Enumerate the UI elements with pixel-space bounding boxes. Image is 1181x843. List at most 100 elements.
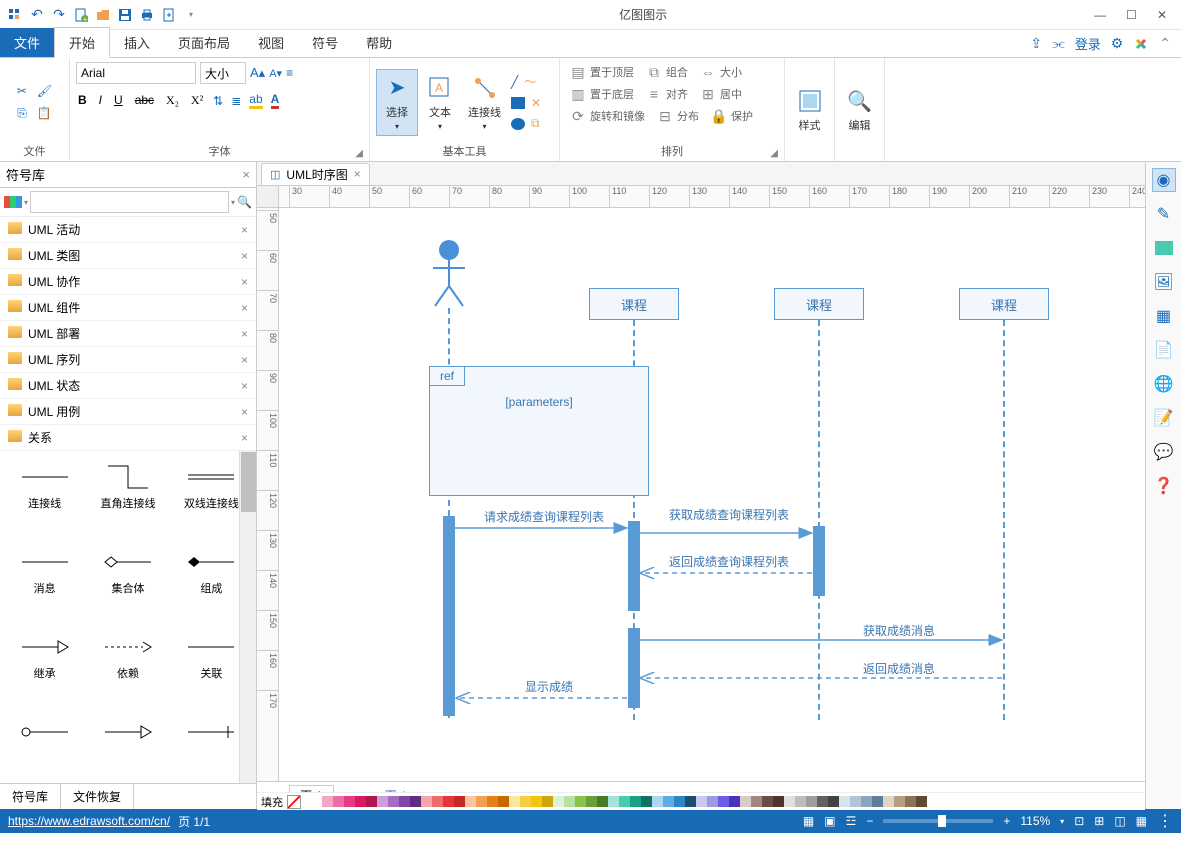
shape-message[interactable]: 消息 <box>4 544 85 625</box>
color-swatch[interactable] <box>762 796 773 807</box>
minimize-button[interactable]: — <box>1094 8 1106 22</box>
color-swatch[interactable] <box>575 796 586 807</box>
align-button[interactable]: ≡对齐 <box>642 84 692 104</box>
help-icon[interactable]: ❓ <box>1152 474 1176 498</box>
color-swatch[interactable] <box>366 796 377 807</box>
library-close-icon[interactable]: × <box>241 379 248 393</box>
format-painter-icon[interactable]: 🖌 <box>37 84 52 98</box>
increase-font-icon[interactable]: A▴ <box>250 65 265 81</box>
color-swatch[interactable] <box>652 796 663 807</box>
sb-menu-icon[interactable]: ⋮ <box>1157 811 1173 831</box>
cut-icon[interactable]: ✂ <box>17 84 27 98</box>
color-swatch[interactable] <box>597 796 608 807</box>
color-swatch[interactable] <box>718 796 729 807</box>
color-swatch[interactable] <box>740 796 751 807</box>
color-swatch[interactable] <box>564 796 575 807</box>
color-swatch[interactable] <box>410 796 421 807</box>
color-swatch[interactable] <box>619 796 630 807</box>
bullets-icon[interactable]: ≣ <box>231 94 241 108</box>
image-tool-icon[interactable]: 🖼 <box>1152 270 1176 294</box>
distribute-button[interactable]: ⊟分布 <box>653 106 703 126</box>
undo-icon[interactable]: ↶ <box>28 6 46 24</box>
library-menu-icon[interactable] <box>4 194 22 210</box>
group-button[interactable]: ⧉组合 <box>642 62 692 82</box>
color-swatch[interactable] <box>608 796 619 807</box>
horizontal-ruler[interactable]: 3040506070809010011012013014015016017018… <box>279 186 1145 208</box>
bottom-tab-library[interactable]: 符号库 <box>0 784 61 809</box>
shape-right-angle[interactable]: 直角连接线 <box>87 459 168 540</box>
library-close-icon[interactable]: × <box>241 431 248 445</box>
collapse-ribbon-icon[interactable]: ⌃ <box>1159 35 1171 52</box>
view-mode-3-icon[interactable]: ☲ <box>846 814 857 828</box>
sb-ico-4[interactable]: ▦ <box>1136 814 1147 828</box>
comment-icon[interactable]: 💬 <box>1152 440 1176 464</box>
ellipse-icon[interactable] <box>511 116 525 131</box>
msg-3[interactable]: 返回成绩查询课程列表 <box>649 553 809 570</box>
status-dropdown-icon[interactable]: ▾ <box>1060 817 1064 826</box>
bring-front-button[interactable]: ▤置于顶层 <box>566 62 638 82</box>
help-tab[interactable]: 帮助 <box>352 28 406 57</box>
zoom-out-icon[interactable]: − <box>866 814 873 828</box>
color-swatch[interactable] <box>322 796 333 807</box>
protect-button[interactable]: 🔒保护 <box>707 106 757 126</box>
home-tab[interactable]: 开始 <box>54 27 110 58</box>
curve-icon[interactable]: 〜 <box>524 73 536 90</box>
color-swatch[interactable] <box>465 796 476 807</box>
sb-ico-3[interactable]: ◫ <box>1114 814 1125 828</box>
open-icon[interactable] <box>94 6 112 24</box>
shape-extra1[interactable] <box>4 714 85 775</box>
msg-2[interactable]: 获取成绩查询课程列表 <box>649 506 809 523</box>
color-swatch[interactable] <box>894 796 905 807</box>
canvas[interactable]: 课程 课程 课程 ref [parameters] <box>279 208 1145 781</box>
library-item[interactable]: UML 序列× <box>0 347 256 373</box>
library-close-icon[interactable]: × <box>241 275 248 289</box>
strike-button[interactable]: abc <box>133 93 156 108</box>
msg-5[interactable]: 返回成绩消息 <box>819 660 979 677</box>
symbol-tab[interactable]: 符号 <box>298 28 352 57</box>
color-swatch[interactable] <box>729 796 740 807</box>
color-swatch[interactable] <box>817 796 828 807</box>
shape-aggregation[interactable]: 集合体 <box>87 544 168 625</box>
activation-1a[interactable] <box>628 521 640 611</box>
color-swatch[interactable] <box>630 796 641 807</box>
color-swatch[interactable] <box>872 796 883 807</box>
layout-tab[interactable]: 页面布局 <box>164 28 244 57</box>
paste-icon[interactable]: 📋 <box>37 106 52 121</box>
file-tab[interactable]: 文件 <box>0 28 54 57</box>
library-item[interactable]: UML 类图× <box>0 243 256 269</box>
color-swatch[interactable] <box>784 796 795 807</box>
msg-6[interactable]: 显示成绩 <box>489 678 609 695</box>
highlight-icon[interactable]: ab <box>249 92 262 109</box>
redo-icon[interactable]: ↷ <box>50 6 68 24</box>
library-close-icon[interactable]: × <box>241 301 248 315</box>
color-swatch[interactable] <box>696 796 707 807</box>
shape-depend[interactable]: 依赖 <box>87 629 168 710</box>
rect-icon[interactable] <box>511 96 525 110</box>
color-swatch[interactable] <box>333 796 344 807</box>
shape-connector[interactable]: 连接线 <box>4 459 85 540</box>
lifeline-3[interactable] <box>1003 320 1005 720</box>
library-close-icon[interactable]: × <box>241 353 248 367</box>
layer-tool-icon[interactable]: ▦ <box>1152 304 1176 328</box>
panel-close-icon[interactable]: × <box>242 167 250 182</box>
view-tab[interactable]: 视图 <box>244 28 298 57</box>
library-item[interactable]: UML 活动× <box>0 217 256 243</box>
ref-fragment[interactable]: ref [parameters] <box>429 366 649 496</box>
size-button[interactable]: ⇔大小 <box>696 62 746 82</box>
color-swatch[interactable] <box>454 796 465 807</box>
object-1[interactable]: 课程 <box>589 288 679 320</box>
color-swatch[interactable] <box>916 796 927 807</box>
color-swatch[interactable] <box>476 796 487 807</box>
center-button[interactable]: ⊞居中 <box>696 84 746 104</box>
library-item[interactable]: UML 协作× <box>0 269 256 295</box>
library-item[interactable]: UML 组件× <box>0 295 256 321</box>
export-icon[interactable] <box>160 6 178 24</box>
decrease-font-icon[interactable]: A▾ <box>269 67 282 80</box>
color-swatch[interactable] <box>828 796 839 807</box>
msg-4[interactable]: 获取成绩消息 <box>819 622 979 639</box>
color-swatch[interactable] <box>751 796 762 807</box>
sb-ico-2[interactable]: ⊞ <box>1094 814 1104 828</box>
library-search-input[interactable] <box>30 191 229 213</box>
font-family-combo[interactable] <box>76 62 196 84</box>
library-item[interactable]: UML 部署× <box>0 321 256 347</box>
